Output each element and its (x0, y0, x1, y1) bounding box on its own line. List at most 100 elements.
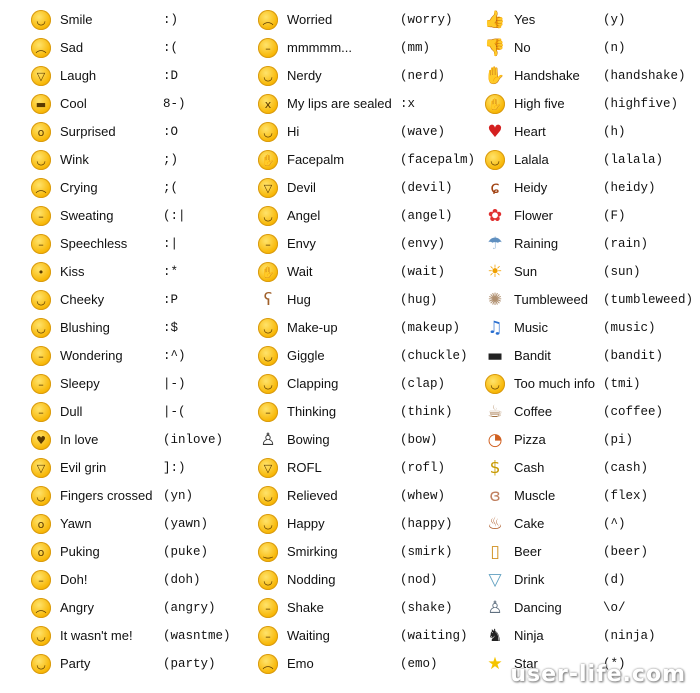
yawn-face-icon: o (31, 514, 51, 534)
emoticon-code: (angel) (400, 209, 453, 223)
emoticon-name: Emo (287, 656, 314, 671)
clapping-face-icon: ◡ (258, 374, 278, 394)
emoticon-name: Kiss (60, 264, 85, 279)
tumbleweed-icon: ✺ (487, 289, 503, 310)
emoticon-code: (handshake) (603, 69, 686, 83)
cake-icon: ♨ (487, 513, 503, 534)
emoticon-code: \o/ (603, 601, 626, 615)
wasntme-face-icon: ◡ (31, 626, 51, 646)
emoticon-name: Sweating (60, 208, 114, 223)
emoticon-code: (waiting) (400, 629, 468, 643)
muscle-icon: ɞ (489, 485, 501, 506)
emoticon-code: (sun) (603, 265, 641, 279)
emoticon-name: Worried (287, 12, 333, 27)
hug-bear-icon: ʕ (263, 289, 273, 310)
bowing-person-icon: ♙ (260, 429, 276, 450)
emoticon-code: (music) (603, 321, 656, 335)
high-five-face-icon: ✋ (485, 94, 505, 114)
emoticon-code: (devil) (400, 181, 453, 195)
emoticon-name: Lalala (514, 152, 549, 167)
emoticon-code: (cash) (603, 461, 649, 475)
emoticon-name: Yes (514, 12, 536, 27)
emoticon-code: :( (163, 41, 179, 55)
fingers-crossed-face-icon: ◡ (31, 486, 51, 506)
emoticon-code: :O (163, 125, 179, 139)
emoticon-code: |-) (163, 377, 186, 391)
pizza-icon: ◔ (487, 429, 503, 450)
cheeky-face-icon: ◡ (31, 290, 51, 310)
emoticon-code: (yn) (163, 489, 194, 503)
emoticon-name: Angel (287, 208, 321, 223)
crying-face-icon: ︵ (31, 178, 51, 198)
emoticon-code: (puke) (163, 545, 209, 559)
emoticon-name: Bowing (287, 432, 330, 447)
handshake-icon: ✋ (484, 65, 506, 86)
emoticon-code: (F) (603, 209, 626, 223)
thumbs-down-icon: 👎 (484, 37, 506, 58)
emoticon-name: Party (60, 656, 91, 671)
emoticon-code: (party) (163, 657, 216, 671)
emoticon-code: (^) (603, 517, 626, 531)
emoticon-name: Speechless (60, 236, 128, 251)
emoticon-name: Hi (287, 124, 300, 139)
emoticon-code: (bandit) (603, 349, 664, 363)
watermark: user-life.com (510, 662, 686, 687)
happy-face-icon: ◡ (258, 514, 278, 534)
party-face-icon: ◡ (31, 654, 51, 674)
emoticon-name: Pizza (514, 432, 546, 447)
emoticon-code: (doh) (163, 573, 201, 587)
emoticon-code: (smirk) (400, 545, 453, 559)
rofl-face-icon: ▽ (258, 458, 278, 478)
emoticon-name: Evil grin (60, 460, 107, 475)
beer-icon: ▯ (490, 541, 500, 562)
emoticon-name: Sleepy (60, 376, 100, 391)
emoticon-code: (yawn) (163, 517, 209, 531)
emoticon-code: :D (163, 69, 179, 83)
thumbs-up-icon: 👍 (484, 9, 506, 30)
emoticon-code: (y) (603, 13, 626, 27)
mmm-face-icon: – (258, 38, 278, 58)
emoticon-name: Smile (60, 12, 93, 27)
emoticon-name: My lips are sealed (287, 96, 392, 111)
emoticon-code: (angry) (163, 601, 216, 615)
dull-face-icon: – (31, 402, 51, 422)
emoticon-name: Make-up (287, 320, 338, 335)
emoticon-name: Too much info (514, 376, 595, 391)
emoticon-name: Relieved (287, 488, 338, 503)
emoticon-name: Blushing (60, 320, 110, 335)
emoticon-code: (rain) (603, 237, 649, 251)
emoticon-code: :P (163, 293, 179, 307)
emoticon-name: Tumbleweed (514, 292, 588, 307)
emoticon-code: ;( (163, 181, 179, 195)
emoticon-code: (facepalm) (400, 153, 476, 167)
emoticon-name: High five (514, 96, 565, 111)
emoticon-name: Sad (60, 40, 84, 55)
emoticon-name: Waiting (287, 628, 330, 643)
waiting-face-icon: – (258, 626, 278, 646)
emoticon-name: Shake (287, 600, 324, 615)
emoticon-code: (pi) (603, 433, 634, 447)
emoticon-code: (d) (603, 573, 626, 587)
emoticon-name: Nerdy (287, 68, 322, 83)
emoticon-name: In love (60, 432, 99, 447)
cocktail-icon: ▽ (488, 569, 502, 590)
emoticon-name: Thinking (287, 404, 337, 419)
smile-face-icon: ◡ (31, 10, 51, 30)
emoticon-name: Envy (287, 236, 316, 251)
emoticon-name: Crying (60, 180, 98, 195)
emoticon-name: Doh! (60, 572, 88, 587)
emoticon-code: (lalala) (603, 153, 664, 167)
emoticon-code: (tmi) (603, 377, 641, 391)
sun-icon: ☀ (487, 261, 503, 282)
emoticon-code: (nerd) (400, 69, 446, 83)
lips-sealed-face-icon: x (258, 94, 278, 114)
emoticon-name: Surprised (60, 124, 116, 139)
emoticon-name: Muscle (514, 488, 556, 503)
devil-face-icon: ▽ (258, 178, 278, 198)
emoticon-name: Wait (287, 264, 313, 279)
emoticon-code: (highfive) (603, 97, 679, 111)
emoticon-name: Cool (60, 96, 87, 111)
emoticon-name: Bandit (514, 348, 551, 363)
emoticon-name: Smirking (287, 544, 338, 559)
emoticon-code: (:| (163, 209, 186, 223)
